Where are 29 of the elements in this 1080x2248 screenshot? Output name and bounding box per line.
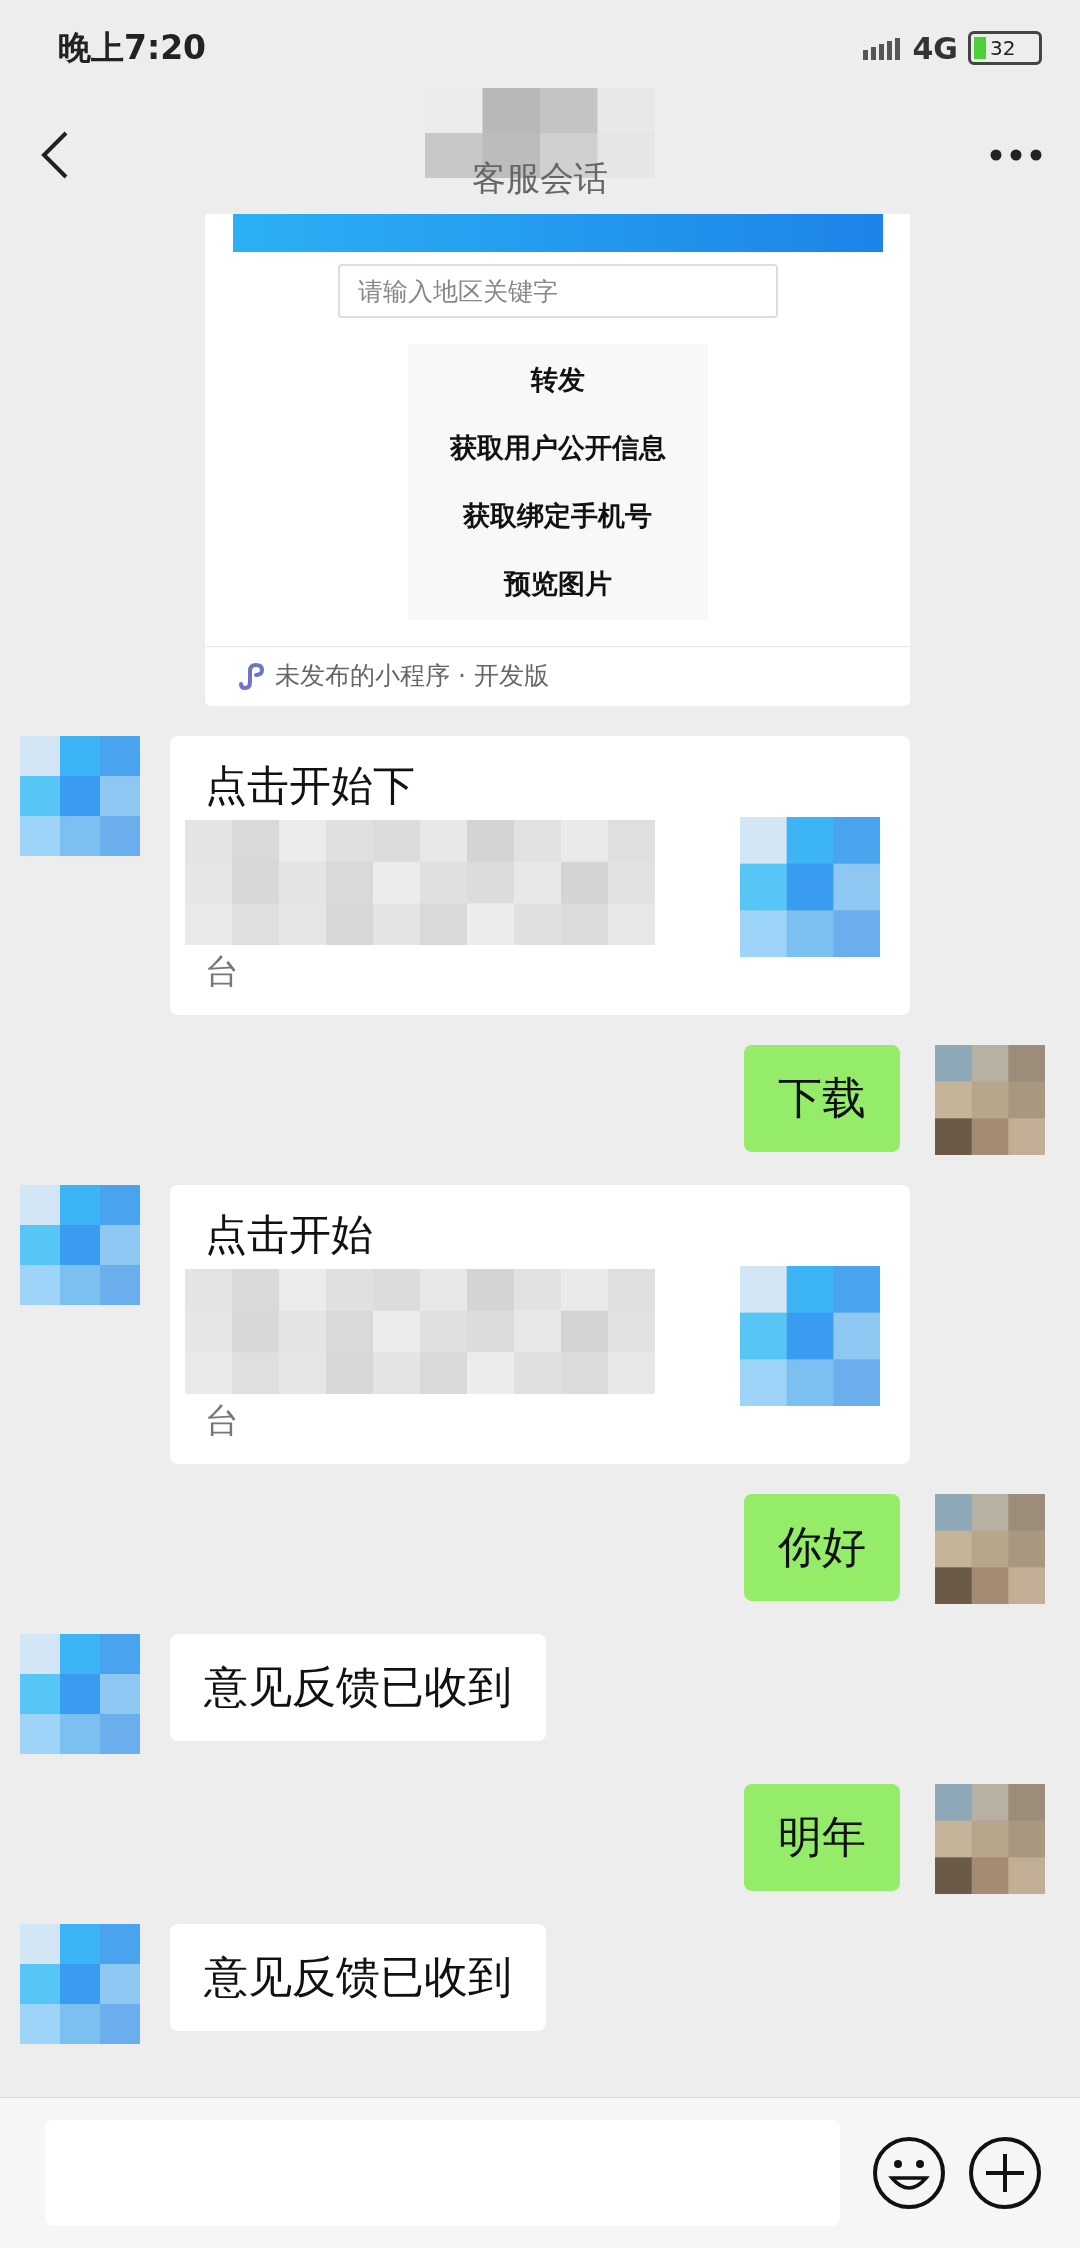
card-description: 台	[205, 1399, 240, 1442]
plus-icon[interactable]	[968, 2136, 1042, 2210]
message-bubble: 你好	[744, 1494, 900, 1601]
card-description: 台	[205, 950, 240, 993]
menu-item[interactable]: 获取用户公开信息	[449, 430, 666, 466]
card-title: 点击开始	[205, 1209, 374, 1261]
search-field[interactable]: 请输入地区关键字	[337, 264, 778, 318]
menu-item[interactable]: 预览图片	[503, 566, 612, 602]
battery-charge	[974, 37, 986, 59]
chat-title: 客服会话	[472, 157, 608, 200]
mini-program-card[interactable]: 请输入地区关键字 转发 获取用户公开信息 获取绑定手机号 预览图片 未发布的小程序 · 开发版	[205, 214, 910, 706]
mini-program-icon	[237, 661, 265, 690]
emoji-icon[interactable]	[872, 2136, 946, 2210]
status-time: 晚上7:20	[58, 26, 207, 69]
mini-program-label: 未发布的小程序 · 开发版	[275, 660, 549, 692]
network-label: 4G	[912, 30, 958, 66]
battery-level: 32	[990, 36, 1016, 60]
back-icon[interactable]	[40, 130, 70, 180]
menu-item[interactable]: 获取绑定手机号	[463, 498, 652, 534]
card-title: 点击开始下	[205, 760, 416, 812]
message-bubble: 意见反馈已收到	[170, 1634, 546, 1741]
message-bubble: 意见反馈已收到	[170, 1924, 546, 2031]
message-bubble: 下载	[744, 1045, 900, 1152]
link-card[interactable]: 点击开始下 台	[170, 736, 910, 1015]
menu-item[interactable]: 转发	[530, 362, 585, 398]
link-card[interactable]: 点击开始 台	[170, 1185, 910, 1464]
more-icon[interactable]	[990, 149, 1042, 161]
signal-icon	[862, 36, 903, 60]
message-bubble: 明年	[744, 1784, 900, 1891]
